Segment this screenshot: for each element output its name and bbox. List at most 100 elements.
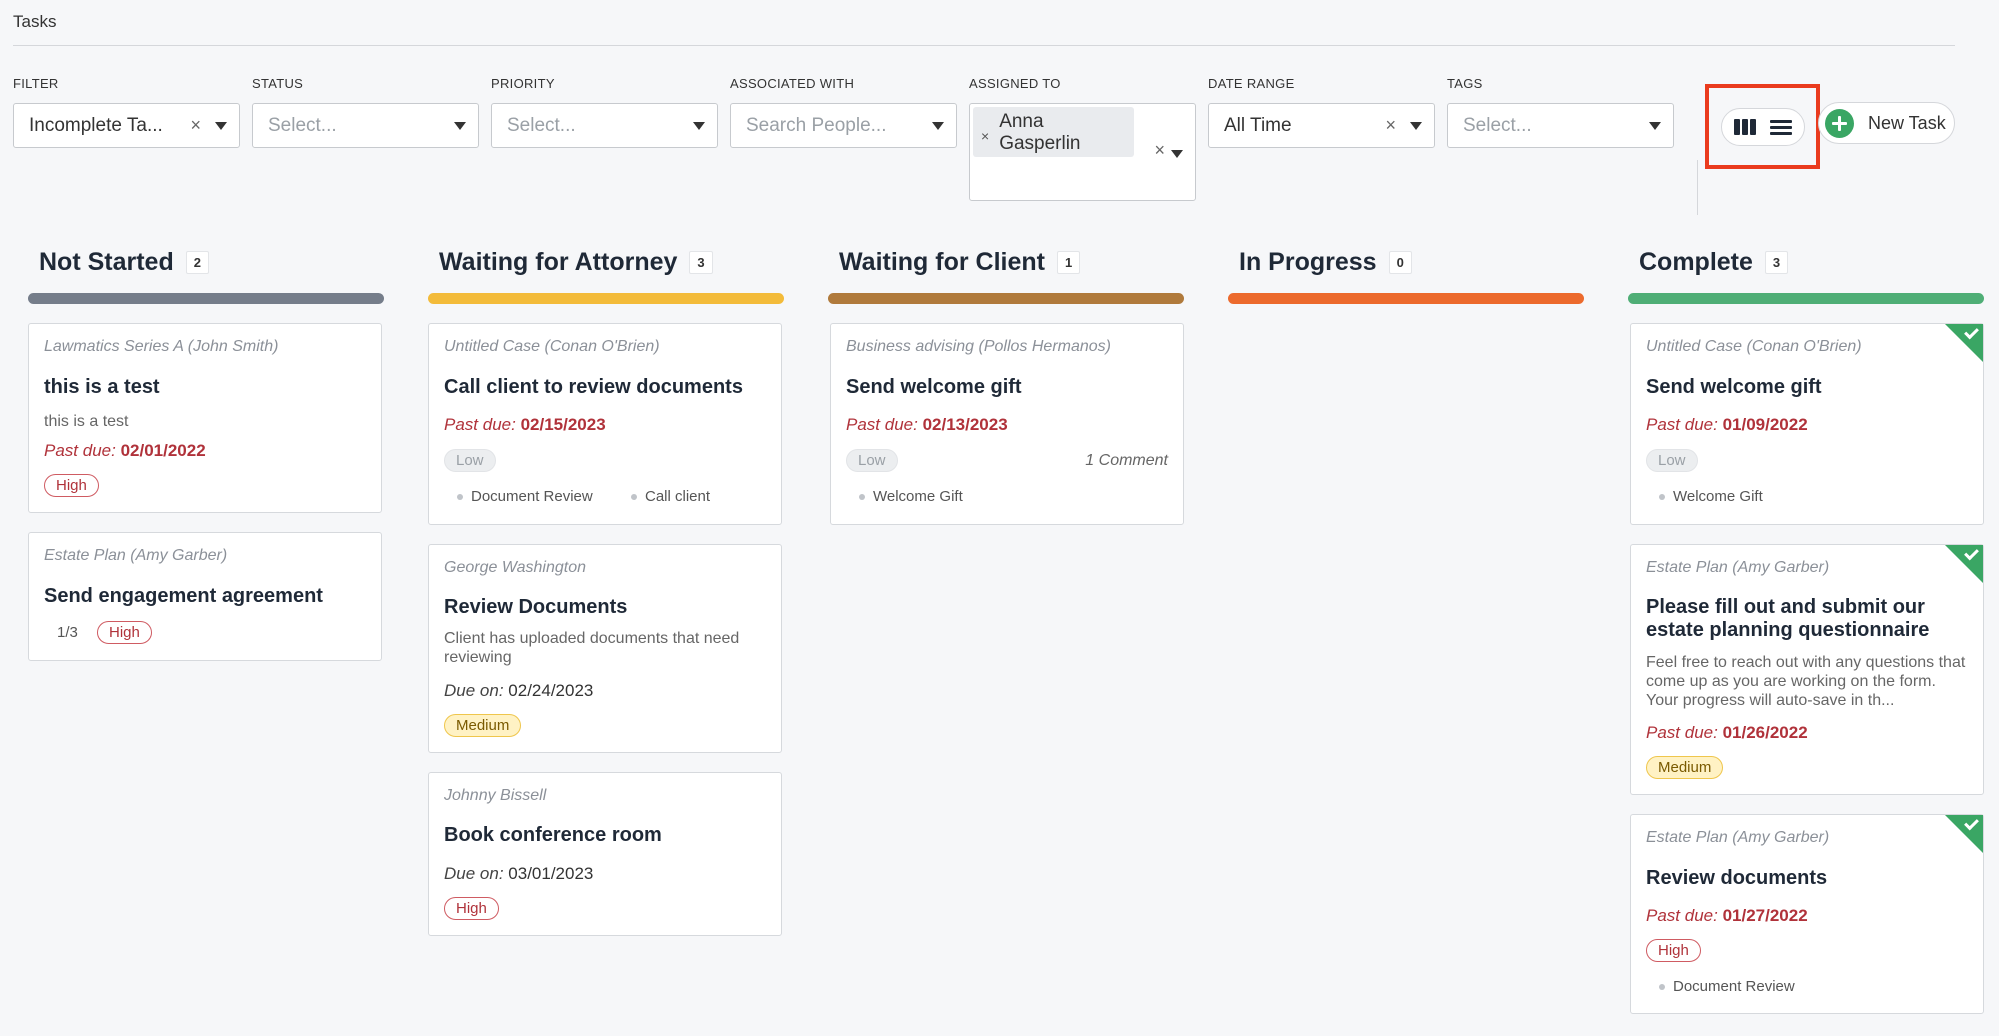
tag-dot — [1659, 983, 1665, 990]
tag-label: Document Review — [471, 488, 593, 505]
task-title[interactable]: Send welcome gift — [846, 376, 1168, 399]
task-title[interactable]: Please fill out and submit our estate pl… — [1646, 596, 1946, 642]
date-range-select[interactable]: All Time × — [1208, 103, 1435, 148]
filter-select[interactable]: Incomplete Ta... × — [13, 103, 240, 148]
column-title: In Progress — [1239, 247, 1377, 276]
column-waiting-for-attorney: Waiting for Attorney 3 — [428, 244, 784, 304]
due-date: 01/09/2022 — [1722, 415, 1808, 434]
chevron-down-icon[interactable] — [1171, 150, 1183, 158]
due-date: 03/01/2023 — [508, 864, 594, 883]
task-matter[interactable]: Untitled Case (Conan O'Brien) — [1646, 338, 1862, 356]
column-color-bar — [428, 293, 784, 304]
task-title[interactable]: Book conference room — [444, 824, 766, 847]
task-matter[interactable]: George Washington — [444, 559, 586, 577]
task-card[interactable]: Estate Plan (Amy Garber) Please fill out… — [1630, 544, 1984, 795]
priority-badge: High — [97, 621, 152, 644]
column-count: 3 — [689, 250, 713, 274]
tag[interactable]: Welcome Gift — [859, 488, 963, 505]
task-due: Past due: 02/01/2022 — [44, 441, 206, 461]
task-card[interactable]: Untitled Case (Conan O'Brien) Send welco… — [1630, 323, 1984, 525]
column-color-bar — [1628, 293, 1984, 304]
task-card[interactable]: Untitled Case (Conan O'Brien) Call clien… — [428, 323, 782, 525]
assigned-clear-icon[interactable]: × — [1154, 140, 1165, 161]
task-title[interactable]: Send engagement agreement — [44, 585, 366, 608]
task-due: Past due: 01/26/2022 — [1646, 723, 1808, 743]
toolbar-divider — [1697, 160, 1698, 215]
new-task-button[interactable]: New Task — [1818, 102, 1955, 144]
priority-badge: High — [444, 897, 499, 920]
priority-badge: Low — [846, 449, 898, 472]
task-matter[interactable]: Estate Plan (Amy Garber) — [1646, 829, 1829, 847]
task-matter[interactable]: Estate Plan (Amy Garber) — [44, 547, 227, 565]
status-select[interactable]: Select... — [252, 103, 479, 148]
list-icon[interactable] — [1769, 117, 1792, 137]
priority-badge: High — [1646, 939, 1701, 962]
chevron-down-icon[interactable] — [693, 121, 705, 130]
filter-label: FILTER — [13, 76, 59, 91]
column-count: 2 — [185, 250, 209, 274]
status-placeholder: Select... — [268, 114, 337, 136]
column-color-bar — [28, 293, 384, 304]
assigned-to-label: ASSIGNED TO — [969, 76, 1061, 91]
tag[interactable]: Document Review — [1659, 978, 1795, 995]
priority-select[interactable]: Select... — [491, 103, 718, 148]
date-range-group: DATE RANGE All Time × — [1208, 76, 1435, 148]
status-label: STATUS — [252, 76, 304, 91]
due-label: Past due: — [846, 415, 918, 434]
tag-dot — [859, 493, 865, 500]
tag-label: Welcome Gift — [1673, 488, 1763, 505]
task-matter[interactable]: Johnny Bissell — [444, 787, 546, 805]
task-matter[interactable]: Business advising (Pollos Hermanos) — [846, 338, 1111, 356]
task-title[interactable]: Call client to review documents — [444, 376, 766, 399]
due-label: Past due: — [1646, 415, 1718, 434]
column-count: 1 — [1057, 250, 1081, 274]
task-card[interactable]: Estate Plan (Amy Garber) Send engagement… — [28, 532, 382, 661]
task-description: Feel free to reach out with any question… — [1646, 654, 1966, 709]
assigned-to-select[interactable]: × Anna Gasperlin × — [969, 103, 1196, 201]
assignee-chip: × Anna Gasperlin — [973, 107, 1134, 157]
associated-with-placeholder: Search People... — [746, 114, 887, 136]
columns-icon[interactable] — [1733, 117, 1756, 137]
task-card[interactable]: George Washington Review Documents Clien… — [428, 544, 782, 753]
due-label: Due on: — [444, 681, 504, 700]
priority-badge: Medium — [1646, 756, 1724, 779]
tag[interactable]: Call client — [631, 488, 710, 505]
task-matter[interactable]: Untitled Case (Conan O'Brien) — [444, 338, 660, 356]
priority-badge: Low — [444, 449, 496, 472]
column-color-bar — [828, 293, 1184, 304]
task-card[interactable]: Lawmatics Series A (John Smith) this is … — [28, 323, 382, 513]
associated-with-search[interactable]: Search People... — [730, 103, 957, 148]
chevron-down-icon[interactable] — [932, 121, 944, 130]
column-count: 3 — [1764, 250, 1789, 274]
remove-chip-icon[interactable]: × — [981, 128, 989, 144]
column-count: 0 — [1388, 250, 1412, 274]
new-task-label: New Task — [1868, 112, 1946, 133]
task-matter[interactable]: Estate Plan (Amy Garber) — [1646, 559, 1829, 577]
comments-count[interactable]: 1 Comment — [1085, 452, 1168, 470]
chevron-down-icon[interactable] — [1649, 121, 1661, 130]
chevron-down-icon[interactable] — [454, 121, 466, 130]
tag[interactable]: Welcome Gift — [1659, 488, 1763, 505]
date-range-clear-icon[interactable]: × — [1385, 115, 1396, 136]
column-title: Waiting for Client — [839, 247, 1045, 276]
task-title[interactable]: Send welcome gift — [1646, 376, 1968, 399]
task-card[interactable]: Estate Plan (Amy Garber) Review document… — [1630, 814, 1984, 1014]
plus-icon — [1825, 108, 1854, 138]
priority-select-group: PRIORITY Select... — [491, 76, 718, 148]
due-date: 01/27/2022 — [1722, 906, 1808, 925]
task-title[interactable]: Review documents — [1646, 867, 1968, 890]
due-label: Past due: — [1646, 906, 1718, 925]
tags-select[interactable]: Select... — [1447, 103, 1674, 148]
page-title: Tasks — [13, 12, 57, 31]
tag[interactable]: Document Review — [457, 488, 593, 505]
task-card[interactable]: Johnny Bissell Book conference room Due … — [428, 772, 782, 936]
task-title[interactable]: Review Documents — [444, 596, 766, 619]
filter-clear-icon[interactable]: × — [190, 115, 201, 136]
chevron-down-icon[interactable] — [215, 121, 227, 130]
task-due: Due on: 02/24/2023 — [444, 681, 593, 701]
task-card[interactable]: Business advising (Pollos Hermanos) Send… — [830, 323, 1184, 525]
task-title[interactable]: this is a test — [44, 376, 366, 399]
task-matter[interactable]: Lawmatics Series A (John Smith) — [44, 338, 278, 356]
due-label: Due on: — [444, 864, 504, 883]
chevron-down-icon[interactable] — [1410, 121, 1422, 130]
